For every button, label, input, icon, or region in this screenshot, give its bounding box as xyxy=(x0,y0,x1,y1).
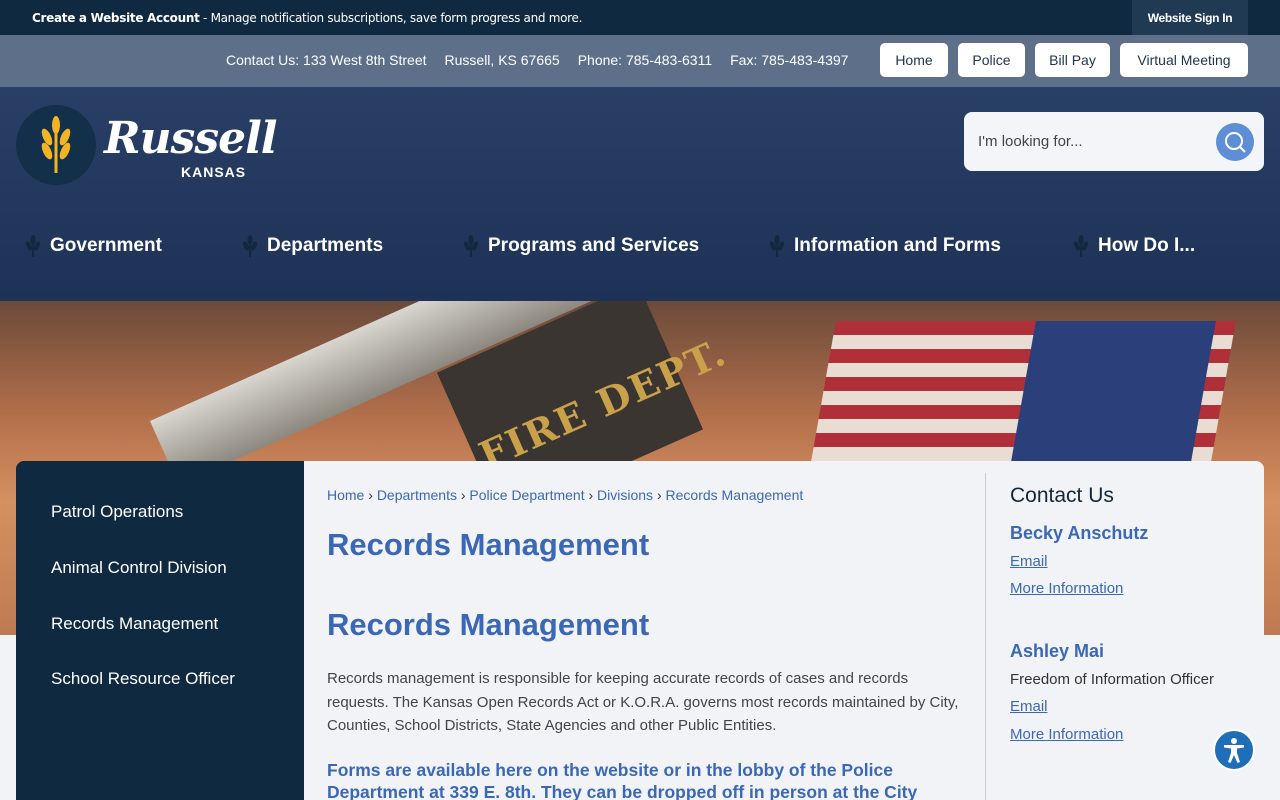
contact-email-link[interactable]: Email xyxy=(1010,553,1048,570)
sidebar-item-patrol-operations[interactable]: Patrol Operations xyxy=(51,502,183,522)
nav-how-do-i-label: How Do I... xyxy=(1098,235,1196,256)
contact-more-info-link[interactable]: More Information xyxy=(1010,580,1123,597)
contact-name: Becky Anschutz xyxy=(1010,523,1149,543)
wheat-logo-icon[interactable] xyxy=(16,105,96,185)
nav-information-and-forms[interactable]: Information and Forms xyxy=(768,235,1001,257)
create-account-notice[interactable]: Create a Website Account - Manage notifi… xyxy=(32,11,582,25)
main-content: Home › Departments › Police Department ›… xyxy=(304,461,1264,800)
site-header: Russell KANSAS Government Departments Pr… xyxy=(0,87,1280,301)
sidebar-item-records-management[interactable]: Records Management xyxy=(51,614,218,634)
contact-name: Ashley Mai xyxy=(1010,641,1105,661)
breadcrumb: Home › Departments › Police Department ›… xyxy=(327,487,803,503)
breadcrumb-police-department[interactable]: Police Department xyxy=(469,487,584,503)
contact-email-link[interactable]: Email xyxy=(1010,698,1048,715)
column-divider xyxy=(985,473,986,800)
contact-address: Contact Us: 133 West 8th Street xyxy=(226,52,427,68)
breadcrumb-records-management[interactable]: Records Management xyxy=(666,487,804,503)
flag-canton xyxy=(1007,321,1216,481)
contact-fax: Fax: 785-483-4397 xyxy=(730,52,849,68)
breadcrumb-separator: › xyxy=(656,487,662,503)
page-title: Records Management xyxy=(327,527,650,562)
breadcrumb-divisions[interactable]: Divisions xyxy=(597,487,653,503)
sidebar-item-school-resource-officer[interactable]: School Resource Officer xyxy=(51,669,235,689)
breadcrumb-home[interactable]: Home xyxy=(327,487,364,503)
contact-info: Contact Us: 133 West 8th Street Russell,… xyxy=(226,52,848,68)
search-button[interactable] xyxy=(1216,123,1254,161)
section-sidebar: Patrol Operations Animal Control Divisio… xyxy=(16,461,304,800)
breadcrumb-separator: › xyxy=(460,487,466,503)
wheat-icon xyxy=(463,235,479,257)
nav-government[interactable]: Government xyxy=(24,235,162,257)
create-account-description: - Manage notification subscriptions, sav… xyxy=(199,11,583,25)
quick-link-virtual-meeting[interactable]: Virtual Meeting xyxy=(1120,43,1248,77)
search-icon xyxy=(1225,132,1246,153)
records-description: Records management is responsible for ke… xyxy=(327,670,959,734)
breadcrumb-separator: › xyxy=(368,487,373,503)
wheat-icon xyxy=(1073,235,1089,257)
notification-bar: Create a Website Account - Manage notifi… xyxy=(0,0,1280,35)
nav-how-do-i[interactable]: How Do I... xyxy=(1072,235,1195,257)
site-search xyxy=(964,112,1264,171)
quick-link-police[interactable]: Police xyxy=(958,43,1025,77)
nav-programs-and-services[interactable]: Programs and Services xyxy=(462,235,699,257)
wheat-icon xyxy=(769,235,785,257)
nav-information-and-forms-label: Information and Forms xyxy=(794,235,1001,256)
contact-role: Freedom of Information Officer xyxy=(1010,671,1214,688)
nav-departments[interactable]: Departments xyxy=(241,235,383,257)
quick-link-bill-pay[interactable]: Bill Pay xyxy=(1035,43,1110,77)
section-heading: Records Management xyxy=(327,607,650,642)
contact-city: Russell, KS 67665 xyxy=(444,52,560,68)
accessibility-icon xyxy=(1224,738,1244,763)
breadcrumb-departments[interactable]: Departments xyxy=(377,487,457,503)
contact-bar: Contact Us: 133 West 8th Street Russell,… xyxy=(0,35,1280,87)
website-sign-in-button[interactable]: Website Sign In xyxy=(1132,0,1248,35)
contact-more-info-link[interactable]: More Information xyxy=(1010,726,1123,743)
breadcrumb-separator: › xyxy=(588,487,594,503)
quick-link-home[interactable]: Home xyxy=(880,43,948,77)
main-navigation: Government Departments Programs and Serv… xyxy=(0,227,1280,271)
contact-phone: Phone: 785-483-6311 xyxy=(577,52,713,68)
accessibility-button[interactable] xyxy=(1213,729,1255,771)
nav-government-label: Government xyxy=(50,235,162,256)
forms-notice: Forms are available here on the website … xyxy=(327,760,918,800)
create-account-link[interactable]: Create a Website Account xyxy=(32,11,200,25)
contact-title: Contact Us xyxy=(1010,484,1114,507)
wheat-icon xyxy=(242,235,258,257)
logo-subtitle: KANSAS xyxy=(181,164,247,180)
nav-programs-and-services-label: Programs and Services xyxy=(488,235,700,256)
nav-departments-label: Departments xyxy=(267,235,384,256)
sidebar-item-animal-control[interactable]: Animal Control Division xyxy=(51,558,227,578)
wheat-icon xyxy=(25,235,41,257)
logo-wordmark[interactable]: Russell xyxy=(104,113,278,164)
search-input[interactable] xyxy=(978,126,1208,156)
